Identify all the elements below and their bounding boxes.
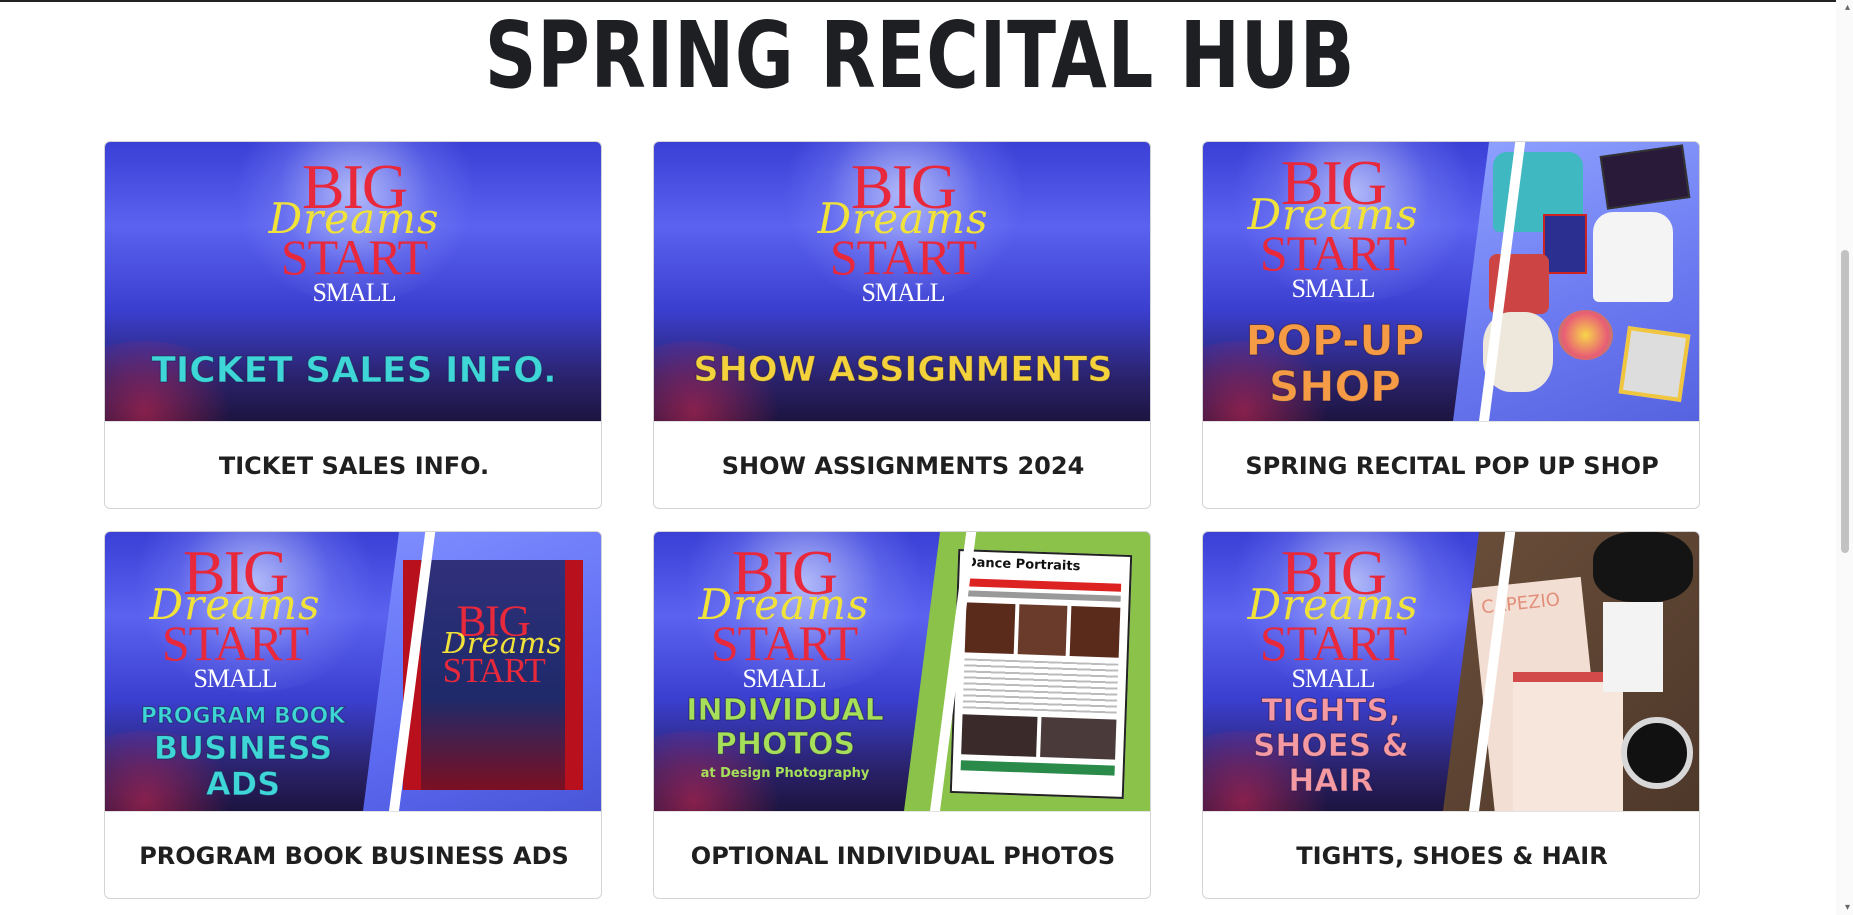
flowers-image	[1558, 310, 1613, 360]
hair-bun-image	[1621, 717, 1693, 789]
card-image-tights-shoes-hair: BIG Dreams START SMALL TIGHTS, SHOES & H…	[1203, 532, 1699, 811]
card-caption-show-assignments: SHOW ASSIGNMENTS 2024	[654, 421, 1150, 508]
banner-ticket-sales: TICKET SALES INFO.	[151, 350, 557, 392]
card-program-book-ads[interactable]: BIG Dreams START SMALL PROGRAM BOOK BUSI…	[104, 531, 602, 899]
big-dreams-logo: BIG Dreams START SMALL	[698, 537, 870, 693]
banner-show-assignments: SHOW ASSIGNMENTS	[693, 350, 1113, 391]
card-pop-up-shop[interactable]: BIG Dreams START SMALL POP-UP SHOP SPRIN…	[1202, 141, 1700, 509]
banner-pop-up-shop: POP-UP SHOP	[1245, 316, 1425, 411]
card-caption-individual-photos: OPTIONAL INDIVIDUAL PHOTOS	[654, 811, 1150, 898]
card-caption-ticket-sales: TICKET SALES INFO.	[105, 421, 601, 508]
flyer-title: Dance Portraits	[965, 555, 1081, 575]
blanket-image	[1618, 325, 1691, 403]
scrollbar-thumb[interactable]	[1841, 250, 1849, 553]
big-dreams-logo: BIG Dreams START SMALL	[1247, 537, 1419, 693]
card-image-ticket-sales: BIG Dreams START SMALL TICKET SALES INFO…	[105, 142, 601, 421]
card-caption-program-book-ads: PROGRAM BOOK BUSINESS ADS	[105, 811, 601, 898]
vertical-scrollbar[interactable]: ▴ ▾	[1836, 0, 1853, 915]
hoodie-image	[1593, 212, 1673, 302]
ballet-shoes-image	[1593, 532, 1693, 602]
card-tights-shoes-hair[interactable]: BIG Dreams START SMALL TIGHTS, SHOES & H…	[1202, 531, 1700, 899]
scroll-down-icon[interactable]: ▾	[1845, 902, 1850, 913]
card-image-pop-up-shop: BIG Dreams START SMALL POP-UP SHOP	[1203, 142, 1699, 421]
page-title: SPRING RECITAL HUB	[484, 2, 1356, 109]
card-ticket-sales[interactable]: BIG Dreams START SMALL TICKET SALES INFO…	[104, 141, 602, 509]
laptop-image	[1599, 144, 1691, 210]
big-dreams-logo: BIG Dreams START SMALL	[1247, 147, 1419, 303]
card-individual-photos[interactable]: BIG Dreams START SMALL INDIVIDUAL PHOTOS…	[653, 531, 1151, 899]
big-dreams-logo: BIG Dreams START SMALL	[817, 151, 989, 307]
dance-portraits-flyer: Dance Portraits	[949, 549, 1133, 799]
card-image-show-assignments: BIG Dreams START SMALL SHOW ASSIGNMENTS	[654, 142, 1150, 421]
card-show-assignments[interactable]: BIG Dreams START SMALL SHOW ASSIGNMENTS …	[653, 141, 1151, 509]
tights-package-image-2	[1513, 672, 1623, 811]
banner-tights-shoes-hair: TIGHTS, SHOES & HAIR	[1253, 693, 1410, 799]
big-dreams-logo: BIG Dreams START SMALL	[268, 151, 440, 307]
hair-net-card-image	[1603, 602, 1663, 692]
card-caption-tights-shoes-hair: TIGHTS, SHOES & HAIR	[1203, 811, 1699, 898]
card-image-individual-photos: BIG Dreams START SMALL INDIVIDUAL PHOTOS…	[654, 532, 1150, 811]
card-image-program-book-ads: BIG Dreams START SMALL PROGRAM BOOK BUSI…	[105, 532, 601, 811]
program-book-image	[1543, 214, 1587, 274]
banner-individual-photos: INDIVIDUAL PHOTOS at Design Photography	[686, 693, 884, 781]
scroll-up-icon[interactable]: ▴	[1845, 2, 1850, 13]
banner-program-book-ads: PROGRAM BOOK BUSINESS ADS	[140, 704, 346, 803]
big-dreams-logo: BIG Dreams START SMALL	[149, 537, 321, 693]
card-caption-pop-up-shop: SPRING RECITAL POP UP SHOP	[1203, 421, 1699, 508]
stage-logo: BIG Dreams START	[442, 595, 563, 690]
